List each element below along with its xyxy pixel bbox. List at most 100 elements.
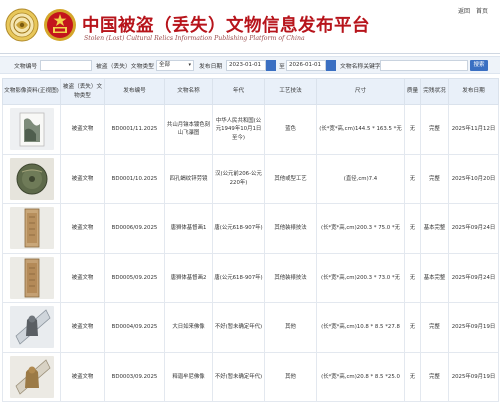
- relic-code-link[interactable]: BD0005/09.2025: [104, 252, 165, 303]
- col-header-type: 被盗（丢失）文物类型: [60, 78, 105, 105]
- national-emblem-icon: [44, 9, 76, 41]
- back-link[interactable]: 返回: [458, 8, 470, 15]
- relic-condition: 完整: [420, 104, 449, 155]
- relic-condition: 基本完整: [420, 203, 449, 254]
- relic-date: 2025年09月24日: [448, 252, 499, 303]
- type-select[interactable]: 全部 ▾: [156, 60, 194, 71]
- col-header-code: 发布编号: [104, 78, 165, 105]
- table-row[interactable]: 被盗文物 BD0005/09.2025 唐狮体基督画2 唐(公元618-907年…: [2, 252, 499, 303]
- col-header-era: 年代: [212, 78, 265, 105]
- relic-type: 被盗文物: [60, 203, 105, 254]
- relic-type: 被盗文物: [60, 153, 105, 204]
- relic-name: 唐狮体基督画1: [164, 203, 213, 254]
- relic-craft: 其他: [264, 302, 317, 353]
- type-select-value: 全部: [159, 62, 171, 68]
- relic-type: 被盗文物: [60, 104, 105, 155]
- cultural-relics-emblem-icon: [5, 8, 39, 42]
- code-input[interactable]: [40, 60, 92, 71]
- relic-era: 唐(公元618-907年): [212, 203, 265, 254]
- relic-era: 汉(公元前206-公元220年): [212, 153, 265, 204]
- relic-date: 2025年09月19日: [448, 302, 499, 353]
- relic-craft: 蓝色: [264, 104, 317, 155]
- relic-era: 中华人民共和国(公元1949年10月1日至今): [212, 104, 265, 155]
- relics-table: 文物影像资料(正视图) 被盗（丢失）文物类型 发布编号 文物名称 年代 工艺技法…: [2, 78, 499, 402]
- header-links: 返回 首页: [454, 6, 488, 15]
- relic-thumbnail-cell[interactable]: [2, 302, 61, 353]
- code-label: 文物编号: [14, 64, 38, 70]
- relic-type: 被盗文物: [60, 252, 105, 303]
- table-row[interactable]: 被盗文物 BD0001/10.2025 四孔蝎纹锌劳镜 汉(公元前206-公元2…: [2, 153, 499, 204]
- relic-era: 不好(暂未确定年代): [212, 302, 265, 353]
- relic-date: 2025年11月12日: [448, 104, 499, 155]
- relic-craft: 其他装裱技法: [264, 203, 317, 254]
- date-from-input[interactable]: 2023-01-01: [226, 60, 266, 71]
- relic-photo[interactable]: [9, 256, 54, 299]
- search-bar: 文物编号 被盗（丢失）文物类型 全部 ▾ 发布日期 2023-01-01 至 2…: [0, 56, 500, 74]
- table-row[interactable]: 被盗文物 BD0004/09.2025 大日如来佛像 不好(暂未确定年代) 其他…: [2, 302, 499, 353]
- relic-code-link[interactable]: BD0004/09.2025: [104, 302, 165, 353]
- relic-photo[interactable]: [9, 306, 54, 349]
- relic-quality: 无: [404, 104, 421, 155]
- relic-photo[interactable]: [9, 157, 54, 200]
- date-to-input[interactable]: 2026-01-01: [286, 60, 326, 71]
- relic-photo[interactable]: [9, 207, 54, 250]
- page-subtitle: Stolen (Lost) Cultural Relics Informatio…: [84, 35, 305, 42]
- relic-thumbnail-cell[interactable]: [2, 104, 61, 155]
- relic-condition: 完整: [420, 302, 449, 353]
- relic-size: (长*宽*高,cm)144.5 * 163.5 *无: [316, 104, 405, 155]
- type-label: 被盗（丢失）文物类型: [96, 64, 154, 70]
- relic-thumbnail-cell[interactable]: [2, 252, 61, 303]
- relic-thumbnail-cell[interactable]: [2, 153, 61, 204]
- date-label: 发布日期: [199, 64, 223, 70]
- relic-name: 大日如来佛像: [164, 302, 213, 353]
- home-link[interactable]: 首页: [476, 8, 488, 15]
- relic-size: (长*宽*高,cm)200.3 * 73.0 *无: [316, 252, 405, 303]
- relic-era: 不好(暂未确定年代): [212, 351, 265, 402]
- table-header-row: 文物影像资料(正视图) 被盗（丢失）文物类型 发布编号 文物名称 年代 工艺技法…: [2, 78, 499, 105]
- relic-type: 被盗文物: [60, 302, 105, 353]
- keyword-input[interactable]: [380, 60, 468, 71]
- relic-size: (长*宽*高,cm)20.8 * 8.5 *25.0: [316, 351, 405, 402]
- col-header-craft: 工艺技法: [264, 78, 317, 105]
- col-header-image: 文物影像资料(正视图): [2, 78, 61, 105]
- relic-quality: 无: [404, 252, 421, 303]
- table-row[interactable]: 被盗文物 BD0001/11.2025 共山月镶本镀色刻山飞瀑图 中华人民共和国…: [2, 104, 499, 155]
- page-title: 中国被盗（丢失）文物信息发布平台: [82, 16, 370, 36]
- col-header-name: 文物名称: [164, 78, 213, 105]
- relic-code-link[interactable]: BD0006/09.2025: [104, 203, 165, 254]
- relic-thumbnail-cell[interactable]: [2, 203, 61, 254]
- relic-size: (长*宽*高,cm)200.3 * 75.0 *无: [316, 203, 405, 254]
- relic-date: 2025年09月19日: [448, 351, 499, 402]
- relic-code-link[interactable]: BD0003/09.2025: [104, 351, 165, 402]
- relic-thumbnail-cell[interactable]: [2, 351, 61, 402]
- relic-condition: 完整: [420, 153, 449, 204]
- relic-condition: 基本完整: [420, 252, 449, 303]
- relic-name: 释迦牟尼佛像: [164, 351, 213, 402]
- relic-photo[interactable]: [9, 108, 54, 151]
- chevron-down-icon: ▾: [188, 62, 191, 68]
- col-header-date: 发布日期: [448, 78, 499, 105]
- header-divider: [0, 53, 500, 54]
- to-label: 至: [279, 64, 285, 70]
- relic-name: 共山月镶本镀色刻山飞瀑图: [164, 104, 213, 155]
- relic-code-link[interactable]: BD0001/10.2025: [104, 153, 165, 204]
- col-header-size: 尺寸: [316, 78, 405, 105]
- relic-condition: 完整: [420, 351, 449, 402]
- col-header-quality: 质量: [404, 78, 421, 105]
- site-header: 中国被盗（丢失）文物信息发布平台 Stolen (Lost) Cultural …: [0, 0, 500, 52]
- table-row[interactable]: 被盗文物 BD0003/09.2025 释迦牟尼佛像 不好(暂未确定年代) 其他…: [2, 351, 499, 402]
- relic-craft: 其他: [264, 351, 317, 402]
- calendar-icon[interactable]: [266, 60, 276, 71]
- search-button[interactable]: 搜索: [470, 60, 488, 71]
- relic-date: 2025年10月20日: [448, 153, 499, 204]
- keyword-label: 文物名称关键字: [340, 64, 381, 70]
- relic-photo[interactable]: [9, 355, 54, 398]
- table-row[interactable]: 被盗文物 BD0006/09.2025 唐狮体基督画1 唐(公元618-907年…: [2, 203, 499, 254]
- relic-era: 唐(公元618-907年): [212, 252, 265, 303]
- relic-code-link[interactable]: BD0001/11.2025: [104, 104, 165, 155]
- relic-date: 2025年09月24日: [448, 203, 499, 254]
- calendar-icon[interactable]: [326, 60, 336, 71]
- relic-name: 唐狮体基督画2: [164, 252, 213, 303]
- relic-craft: 其他装裱技法: [264, 252, 317, 303]
- relic-type: 被盗文物: [60, 351, 105, 402]
